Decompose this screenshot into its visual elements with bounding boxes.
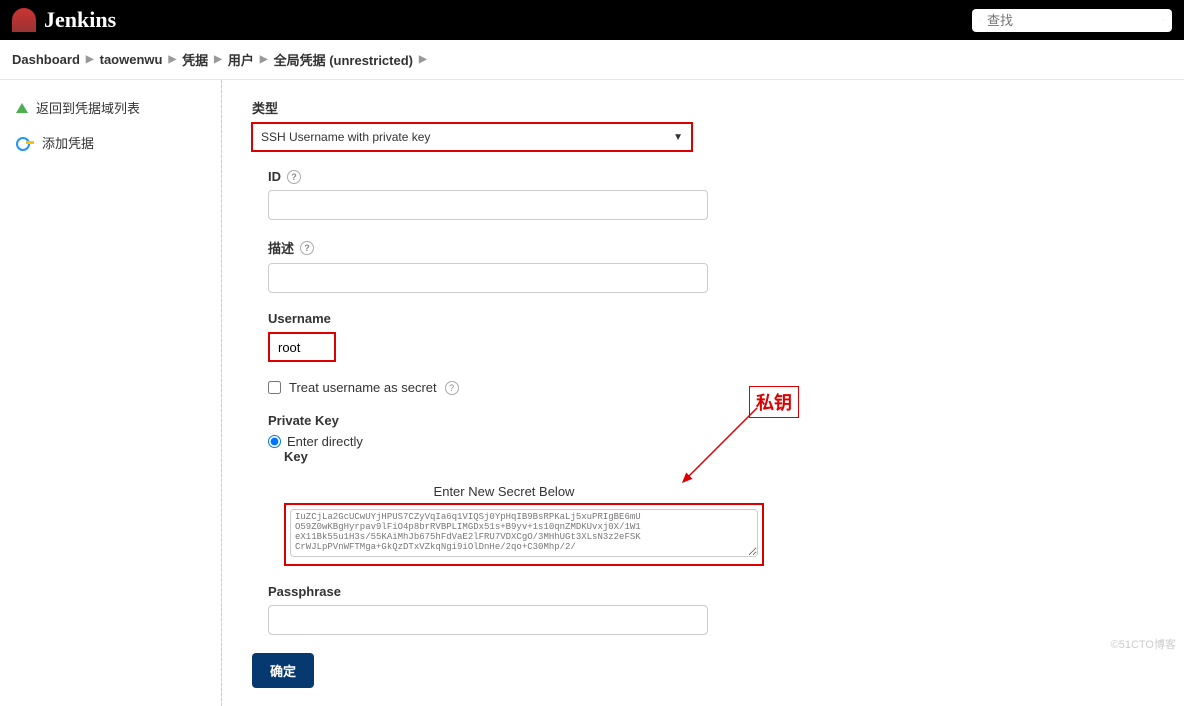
- username-label: Username: [268, 311, 1154, 326]
- annotation-label: 私钥: [749, 386, 799, 418]
- chevron-right-icon: ▶: [260, 54, 268, 65]
- breadcrumb-item[interactable]: 用户: [228, 50, 254, 69]
- breadcrumb: Dashboard ▶ taowenwu ▶ 凭据 ▶ 用户 ▶ 全局凭据 (u…: [0, 40, 1184, 80]
- breadcrumb-item[interactable]: 凭据: [182, 50, 208, 69]
- type-select-value: SSH Username with private key: [261, 130, 430, 144]
- passphrase-label: Passphrase: [268, 584, 1154, 599]
- enter-directly-row: Enter directly: [268, 434, 1154, 449]
- secret-highlight: [284, 503, 764, 566]
- chevron-down-icon: ▼: [673, 132, 683, 143]
- treat-secret-label: Treat username as secret: [289, 380, 437, 395]
- treat-secret-checkbox[interactable]: [268, 381, 281, 394]
- sidebar-item-add[interactable]: 添加凭据: [0, 125, 221, 160]
- type-select[interactable]: SSH Username with private key ▼: [252, 123, 692, 151]
- search-box[interactable]: [972, 9, 1172, 32]
- id-input[interactable]: [268, 190, 708, 220]
- help-icon[interactable]: ?: [300, 241, 314, 255]
- submit-button[interactable]: 确定: [252, 653, 314, 688]
- brand-name: Jenkins: [44, 7, 116, 33]
- help-icon[interactable]: ?: [445, 381, 459, 395]
- desc-input[interactable]: [268, 263, 708, 293]
- search-icon: [980, 13, 981, 27]
- chevron-right-icon: ▶: [214, 54, 222, 65]
- passphrase-input[interactable]: [268, 605, 708, 635]
- help-icon[interactable]: ?: [287, 170, 301, 184]
- form-panel: 类型 SSH Username with private key ▼ ID ? …: [221, 80, 1184, 706]
- search-input[interactable]: [987, 13, 1163, 28]
- app-header: Jenkins: [0, 0, 1184, 40]
- breadcrumb-item[interactable]: taowenwu: [100, 52, 163, 67]
- sidebar-item-back[interactable]: 返回到凭据域列表: [0, 90, 221, 125]
- help-icon[interactable]: [1163, 13, 1164, 27]
- key-label: Key: [284, 449, 1154, 464]
- chevron-right-icon: ▶: [419, 54, 427, 65]
- sidebar-item-label: 添加凭据: [42, 133, 94, 152]
- arrow-up-icon: [16, 103, 28, 113]
- treat-secret-row: Treat username as secret ?: [268, 380, 1154, 395]
- chevron-right-icon: ▶: [86, 54, 94, 65]
- sidebar-item-label: 返回到凭据域列表: [36, 98, 140, 117]
- breadcrumb-item[interactable]: 全局凭据 (unrestricted): [274, 50, 413, 69]
- secret-textarea[interactable]: [290, 509, 758, 557]
- key-icon: [16, 137, 34, 149]
- breadcrumb-item[interactable]: Dashboard: [12, 52, 80, 67]
- enter-directly-label: Enter directly: [287, 434, 363, 449]
- jenkins-logo-icon: [12, 8, 36, 32]
- secret-header: Enter New Secret Below: [284, 484, 724, 499]
- desc-label: 描述 ?: [268, 238, 1154, 257]
- private-key-label: Private Key: [268, 413, 1154, 428]
- chevron-right-icon: ▶: [168, 54, 176, 65]
- id-label: ID ?: [268, 169, 1154, 184]
- sidebar: 返回到凭据域列表 添加凭据: [0, 80, 222, 706]
- watermark: ©51CTO博客: [1111, 636, 1176, 652]
- type-label: 类型: [252, 98, 1154, 117]
- username-input[interactable]: [268, 332, 336, 362]
- enter-directly-radio[interactable]: [268, 435, 281, 448]
